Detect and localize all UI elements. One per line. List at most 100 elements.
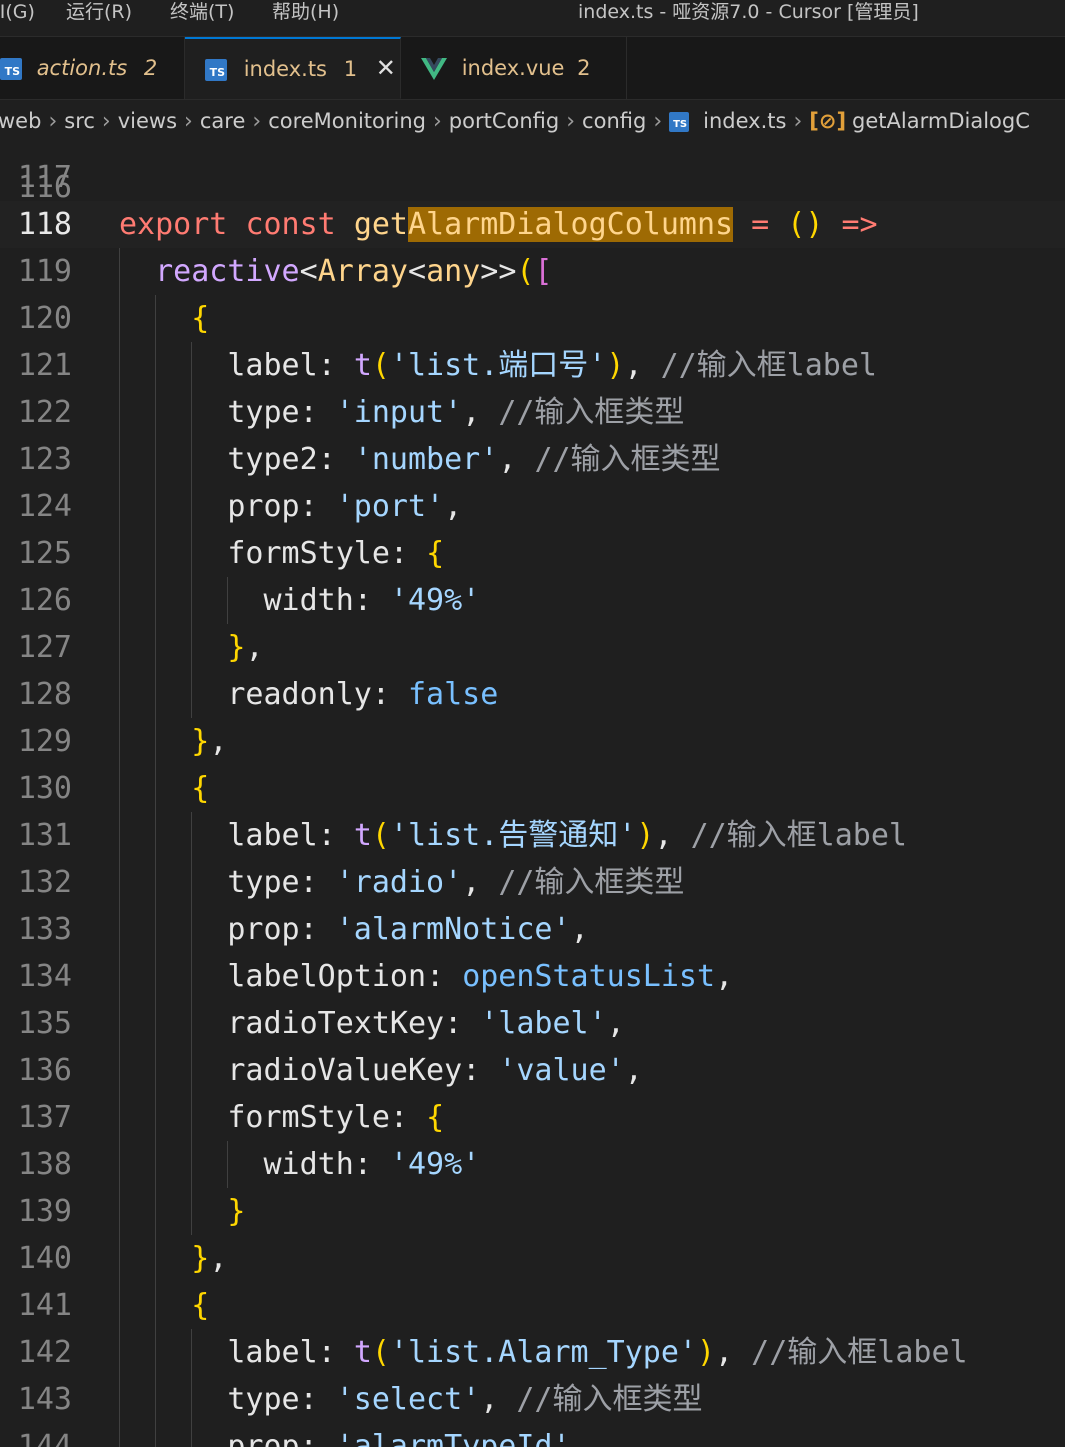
code-line: 143 type: 'select', //输入框类型 — [0, 1376, 1065, 1423]
code-line: 117 — [0, 154, 1065, 201]
breadcrumb-item[interactable]: views — [118, 109, 177, 133]
menu-item-help[interactable]: 帮助(H) — [272, 0, 339, 24]
code-line: 121 label: t('list.端口号'), //输入框label — [0, 342, 1065, 389]
breadcrumb-item[interactable]: portConfig — [449, 109, 559, 133]
title-bar: Ⅱ(G) 运行(R) 终端(T) 帮助(H) index.ts - 哑资源7.0… — [0, 0, 1065, 37]
typescript-file-icon: TS — [0, 58, 22, 80]
code-text: label: t('list.端口号'), //输入框label — [227, 348, 877, 383]
tab-label: action.ts — [36, 56, 128, 80]
line-number: 125 — [17, 536, 72, 571]
problem-count-badge: 2 — [577, 56, 591, 80]
code-line: 135 radioTextKey: 'label', — [0, 1000, 1065, 1047]
window-title: index.ts - 哑资源7.0 - Cursor [管理员] — [578, 1, 919, 23]
problem-count-badge: 1 — [343, 57, 358, 81]
chevron-right-icon: › — [432, 109, 442, 134]
code-line: 139 } — [0, 1188, 1065, 1235]
line-number: 126 — [17, 583, 72, 618]
breadcrumb-item[interactable]: getAlarmDialogC — [852, 109, 1030, 133]
code-text: type: 'radio', //输入框类型 — [227, 865, 685, 900]
line-number: 139 — [17, 1194, 72, 1229]
tab-index-vue[interactable]: index.vue 2 — [401, 37, 627, 99]
code-line: 118 export const getAlarmDialogColumns = … — [0, 201, 1065, 248]
code-text: { — [191, 1288, 210, 1323]
chevron-right-icon: › — [252, 109, 262, 134]
line-number: 144 — [17, 1429, 72, 1447]
code-text: width: '49%' — [263, 583, 481, 618]
code-text: }, — [227, 630, 264, 665]
code-text: } — [227, 1194, 246, 1229]
code-line: 126 width: '49%' — [0, 577, 1065, 624]
code-line: 124 prop: 'port', — [0, 483, 1065, 530]
code-text: }, — [191, 1241, 228, 1276]
breadcrumb: web › src › views › care › coreMonitoring › portCo… — [0, 100, 1065, 142]
close-icon[interactable]: ✕ — [376, 54, 396, 82]
code-text: type: 'input', //输入框类型 — [227, 395, 685, 430]
chevron-right-icon: › — [48, 109, 58, 134]
code-text: export const getAlarmDialogColumns = () … — [119, 207, 878, 242]
tab-index-ts[interactable]: TS index.ts 1 ✕ — [185, 37, 401, 99]
code-line: 144 prop: 'alarmTypeId', — [0, 1423, 1065, 1447]
breadcrumb-item[interactable]: config — [582, 109, 646, 133]
breadcrumb-item[interactable]: care — [200, 109, 246, 133]
code-text: prop: 'port', — [227, 489, 463, 524]
line-number: 136 — [17, 1053, 72, 1088]
tab-action-ts[interactable]: TS action.ts 2 — [0, 37, 185, 99]
line-number: 120 — [17, 301, 72, 336]
code-line: 123 type2: 'number', //输入框类型 — [0, 436, 1065, 483]
code-line: 131 label: t('list.告警通知'), //输入框label — [0, 812, 1065, 859]
breadcrumb-item[interactable]: index.ts — [703, 109, 786, 133]
code-text: radioValueKey: 'value', — [227, 1053, 643, 1088]
menu-item-terminal[interactable]: 终端(T) — [170, 0, 234, 24]
line-number: 129 — [17, 724, 72, 759]
breadcrumb-item[interactable]: coreMonitoring — [268, 109, 426, 133]
code-text: type2: 'number', //输入框类型 — [227, 442, 721, 477]
tab-label: index.ts — [243, 57, 327, 81]
code-text: prop: 'alarmNotice', — [227, 912, 589, 947]
code-line: 129 }, — [0, 718, 1065, 765]
line-number: 122 — [17, 395, 72, 430]
line-number: 117 — [17, 160, 72, 195]
code-text: reactive<Array<any>>([ — [155, 254, 553, 289]
line-number: 132 — [17, 865, 72, 900]
chevron-right-icon: › — [101, 109, 111, 134]
line-number: 137 — [17, 1100, 72, 1135]
menu-item-go[interactable]: Ⅱ(G) — [0, 0, 35, 24]
line-number: 138 — [17, 1147, 72, 1182]
code-line: 136 radioValueKey: 'value', — [0, 1047, 1065, 1094]
code-line: 132 type: 'radio', //输入框类型 — [0, 859, 1065, 906]
code-line: 127 }, — [0, 624, 1065, 671]
code-line: 141 { — [0, 1282, 1065, 1329]
code-text: label: t('list.Alarm_Type'), //输入框label — [227, 1335, 968, 1370]
breadcrumb-item[interactable]: web — [0, 109, 41, 133]
code-line: 142 label: t('list.Alarm_Type'), //输入框la… — [0, 1329, 1065, 1376]
line-number: 135 — [17, 1006, 72, 1041]
vue-icon — [421, 58, 447, 80]
tab-label: index.vue — [461, 56, 565, 80]
symbol-variable-icon: [⊘] — [809, 109, 847, 133]
chevron-right-icon: › — [566, 109, 576, 134]
problem-count-badge: 2 — [143, 56, 158, 80]
line-number: 133 — [17, 912, 72, 947]
code-line: 125 formStyle: { — [0, 530, 1065, 577]
code-line: 128 readonly: false — [0, 671, 1065, 718]
code-line: 140 }, — [0, 1235, 1065, 1282]
line-number: 140 — [17, 1241, 72, 1276]
chevron-right-icon: › — [184, 109, 193, 134]
line-number: 128 — [17, 677, 72, 712]
menu-item-run[interactable]: 运行(R) — [66, 0, 132, 24]
code-text: }, — [191, 724, 228, 759]
code-line: 137 formStyle: { — [0, 1094, 1065, 1141]
line-number: 127 — [17, 630, 72, 665]
code-editor[interactable]: 116 ]; 117118export const getAlarmDialog… — [0, 142, 1065, 1447]
breadcrumb-item[interactable]: src — [64, 109, 95, 133]
code-line: 134 labelOption: openStatusList, — [0, 953, 1065, 1000]
code-line: 120 { — [0, 295, 1065, 342]
code-text: type: 'select', //输入框类型 — [227, 1382, 703, 1417]
line-number: 141 — [17, 1288, 72, 1323]
code-text: formStyle: { — [227, 1100, 445, 1135]
line-number: 142 — [17, 1335, 72, 1370]
line-number: 130 — [17, 771, 72, 806]
code-text: width: '49%' — [263, 1147, 481, 1182]
line-number: 143 — [17, 1382, 72, 1417]
code-text: radioTextKey: 'label', — [227, 1006, 625, 1041]
